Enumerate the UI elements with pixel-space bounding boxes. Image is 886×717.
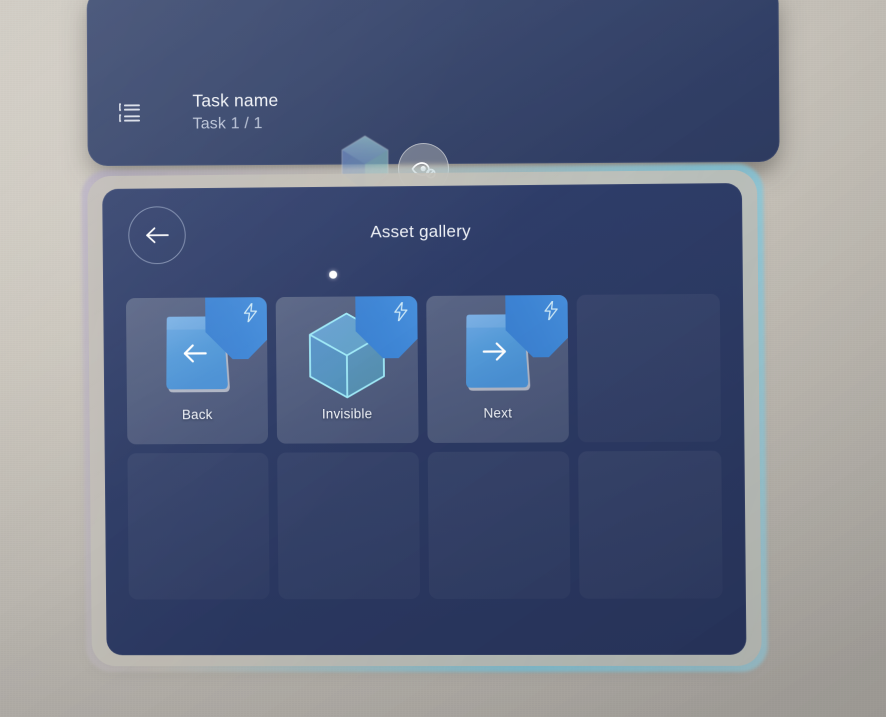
gallery-title: Asset gallery: [370, 221, 471, 242]
asset-art: [126, 311, 267, 401]
asset-slot-empty[interactable]: [576, 293, 722, 443]
gallery-panel-wrapper: Asset gallery Back Invisible Next: [81, 163, 768, 673]
asset-label: Next: [483, 405, 513, 421]
wireframe-cube-icon: [303, 309, 390, 401]
task-panel-wrapper: Task name Task 1 / 1: [86, 0, 780, 167]
task-info-row: Task name Task 1 / 1: [119, 90, 279, 134]
pointer-dot: [329, 270, 338, 279]
asset-label: Invisible: [321, 406, 373, 422]
plate-arrow-left-icon: [161, 315, 233, 397]
asset-slot-empty[interactable]: [127, 452, 270, 600]
asset-art: [426, 309, 569, 400]
asset-art: [276, 310, 418, 401]
plate-arrow-right-icon: [461, 313, 534, 396]
task-list-icon: [119, 103, 141, 122]
gallery-panel: Asset gallery Back Invisible Next: [102, 182, 747, 656]
asset-card-invisible[interactable]: Invisible: [275, 296, 419, 444]
task-text-group: Task name Task 1 / 1: [192, 90, 278, 133]
task-progress-label: Task 1 / 1: [192, 115, 263, 133]
ar-scene: Task name Task 1 / 1 Asset gallery Back …: [0, 0, 886, 717]
asset-slot-empty[interactable]: [578, 450, 723, 599]
asset-slot-empty[interactable]: [276, 452, 420, 600]
asset-card-next[interactable]: Next: [425, 294, 570, 443]
asset-grid: Back Invisible Next: [125, 293, 723, 600]
asset-card-back[interactable]: Back: [125, 297, 268, 445]
asset-label: Back: [181, 407, 213, 423]
task-title: Task name: [192, 90, 279, 111]
asset-slot-empty[interactable]: [427, 451, 571, 600]
task-panel: Task name Task 1 / 1: [86, 0, 780, 167]
